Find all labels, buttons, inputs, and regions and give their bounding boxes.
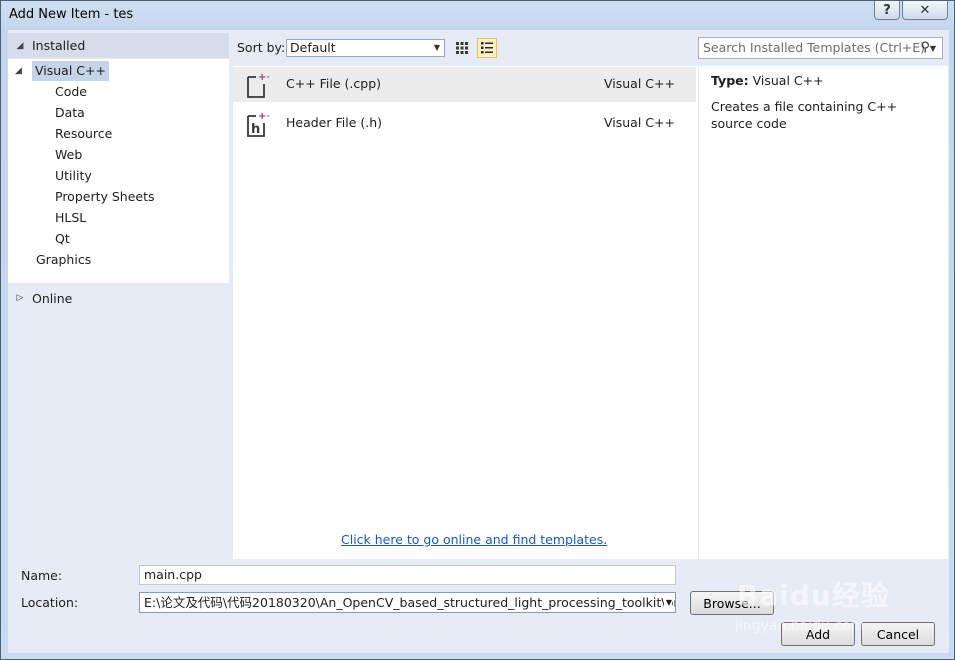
- add-button[interactable]: Add: [781, 622, 855, 646]
- detail-type: Type: Visual C++: [711, 73, 824, 88]
- close-button[interactable]: ✕: [902, 1, 948, 20]
- window-title: Add New Item - tes: [9, 7, 134, 22]
- tree-installed-children: ◢ Visual C++ Code Data Resource Web Util…: [8, 59, 229, 283]
- header-file-icon: h ++: [247, 111, 269, 137]
- help-button[interactable]: ?: [874, 1, 900, 20]
- detail-type-label: Type:: [711, 73, 749, 88]
- tree-node-utility[interactable]: Utility: [52, 166, 95, 186]
- tree-node-graphics[interactable]: Graphics: [33, 250, 94, 270]
- dialog-body: ◢ Installed ◢ Visual C++ Code Data Resou…: [8, 30, 949, 653]
- template-details-panel: Type: Visual C++ Creates a file containi…: [699, 66, 948, 559]
- small-icons-view-button[interactable]: [452, 38, 472, 58]
- tree-node-resource[interactable]: Resource: [52, 124, 115, 144]
- browse-button[interactable]: Browse...: [690, 591, 774, 615]
- tree-node-online[interactable]: ▷ Online: [8, 286, 229, 310]
- search-templates-input[interactable]: Search Installed Templates (Ctrl+E) ⚲▼: [698, 37, 943, 59]
- template-name: C++ File (.cpp): [286, 76, 382, 91]
- tree-node-visual-cpp[interactable]: Visual C++: [32, 61, 109, 81]
- svg-text:++: ++: [258, 111, 269, 122]
- location-combobox[interactable]: E:\论文及代码\代码20180320\An_OpenCV_based_stru…: [139, 592, 676, 613]
- svg-text:++: ++: [258, 72, 269, 83]
- tree-installed-label: Installed: [32, 38, 86, 53]
- title-bar: Add New Item - tes ? ✕: [1, 1, 954, 30]
- add-new-item-dialog: Add New Item - tes ? ✕ ◢ Installed ◢ Vis…: [0, 0, 955, 660]
- template-language: Visual C++: [604, 76, 675, 91]
- find-templates-online-link[interactable]: Click here to go online and find templat…: [341, 532, 607, 547]
- template-category-tree: ◢ Installed ◢ Visual C++ Code Data Resou…: [8, 30, 230, 556]
- detail-type-value: Visual C++: [752, 73, 824, 88]
- collapsed-triangle-icon[interactable]: ▷: [14, 293, 26, 303]
- expanded-triangle-icon[interactable]: ◢: [15, 66, 22, 76]
- expanded-triangle-icon[interactable]: ◢: [14, 41, 26, 51]
- svg-text:h: h: [251, 122, 260, 137]
- tree-node-data[interactable]: Data: [52, 103, 88, 123]
- dropdown-arrow-icon: ▼: [433, 43, 440, 52]
- template-row[interactable]: ++ C++ File (.cpp) Visual C++: [233, 67, 696, 102]
- magnifier-icon[interactable]: ⚲▼: [920, 38, 936, 59]
- template-row[interactable]: h ++ Header File (.h) Visual C++: [233, 106, 696, 141]
- search-placeholder: Search Installed Templates (Ctrl+E): [703, 40, 926, 55]
- dropdown-arrow-icon[interactable]: ▼: [663, 593, 672, 612]
- template-name: Header File (.h): [286, 115, 383, 130]
- name-input[interactable]: main.cpp: [139, 565, 676, 585]
- tree-node-code[interactable]: Code: [52, 82, 90, 102]
- sort-by-label: Sort by:: [237, 40, 286, 55]
- tree-node-qt[interactable]: Qt: [52, 229, 73, 249]
- details-view-button[interactable]: [477, 38, 497, 58]
- sort-by-value: Default: [290, 40, 336, 55]
- template-language: Visual C++: [604, 115, 675, 130]
- tree-node-hlsl[interactable]: HLSL: [52, 208, 89, 228]
- detail-description: Creates a file containing C++ source cod…: [711, 99, 898, 131]
- tree-node-property-sheets[interactable]: Property Sheets: [52, 187, 158, 207]
- tree-node-web[interactable]: Web: [52, 145, 85, 165]
- cancel-button[interactable]: Cancel: [861, 622, 935, 646]
- name-label: Name:: [21, 568, 63, 583]
- tree-node-installed[interactable]: ◢ Installed: [8, 33, 229, 58]
- sort-by-dropdown[interactable]: Default ▼: [286, 39, 445, 57]
- tree-online-label: Online: [32, 290, 73, 306]
- location-value: E:\论文及代码\代码20180320\An_OpenCV_based_stru…: [144, 595, 676, 610]
- details-view-icon: [481, 42, 493, 54]
- cpp-file-icon: ++: [247, 72, 269, 98]
- small-icons-view-icon: [456, 42, 468, 54]
- location-label: Location:: [21, 595, 79, 610]
- templates-list: ++ C++ File (.cpp) Visual C++ h ++ Heade…: [233, 66, 698, 559]
